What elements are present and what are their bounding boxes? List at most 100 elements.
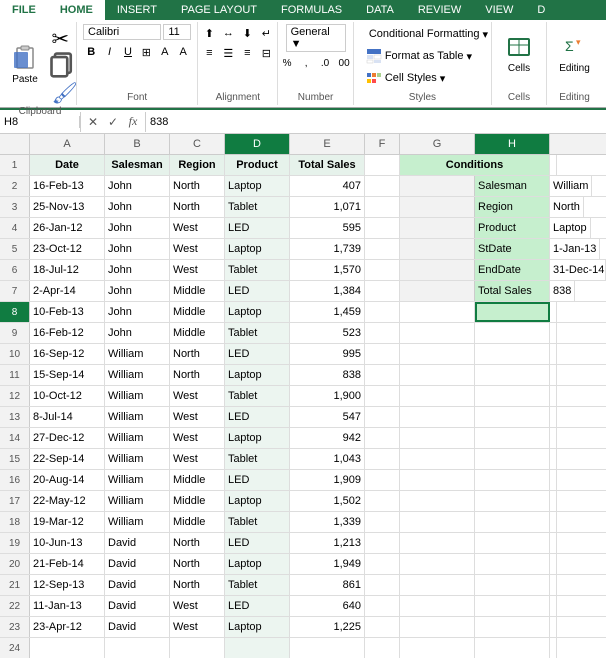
cell[interactable]: Tablet — [225, 260, 290, 280]
cell[interactable]: David — [105, 596, 170, 616]
cell[interactable]: John — [105, 281, 170, 301]
cell[interactable] — [400, 512, 475, 532]
cut-button[interactable]: ✂ — [48, 24, 76, 50]
cell[interactable]: Tablet — [225, 449, 290, 469]
cell[interactable] — [365, 344, 400, 364]
cell[interactable]: West — [170, 218, 225, 238]
cell[interactable]: West — [170, 449, 225, 469]
tab-review[interactable]: REVIEW — [406, 0, 473, 20]
cell[interactable] — [475, 512, 550, 532]
cell[interactable]: 15-Sep-14 — [30, 365, 105, 385]
format-as-table-button[interactable]: Format as Table ▾ — [360, 46, 485, 66]
cell[interactable]: Conditions — [400, 155, 550, 175]
cell[interactable] — [475, 491, 550, 511]
cell[interactable]: 22-May-12 — [30, 491, 105, 511]
cell[interactable]: North — [170, 344, 225, 364]
cell[interactable]: Salesman — [475, 176, 550, 196]
cell[interactable]: North — [170, 176, 225, 196]
cell[interactable]: LED — [225, 470, 290, 490]
cell[interactable]: David — [105, 617, 170, 637]
cell[interactable] — [105, 638, 170, 658]
cell[interactable] — [365, 302, 400, 322]
col-header-f[interactable]: F — [365, 134, 400, 154]
cell[interactable]: 640 — [290, 596, 365, 616]
cell[interactable]: 861 — [290, 575, 365, 595]
cell[interactable]: 18-Jul-12 — [30, 260, 105, 280]
top-align-button[interactable]: ⬆ — [200, 24, 218, 42]
cell[interactable] — [475, 407, 550, 427]
cell[interactable] — [550, 155, 557, 175]
border-button[interactable]: ⊞ — [138, 42, 154, 62]
cell[interactable]: David — [105, 575, 170, 595]
cell[interactable] — [365, 449, 400, 469]
cell[interactable]: 1,739 — [290, 239, 365, 259]
cell[interactable] — [475, 428, 550, 448]
cell[interactable] — [400, 239, 475, 259]
paste-button[interactable]: Paste — [4, 35, 46, 93]
cell[interactable] — [365, 470, 400, 490]
cell[interactable]: Tablet — [225, 197, 290, 217]
col-header-e[interactable]: E — [290, 134, 365, 154]
cell[interactable]: LED — [225, 344, 290, 364]
number-format-dropdown[interactable]: General ▼ — [286, 24, 346, 52]
cell[interactable] — [290, 638, 365, 658]
tab-page-layout[interactable]: PAGE LAYOUT — [169, 0, 269, 20]
cell[interactable]: 838 — [290, 365, 365, 385]
cell[interactable] — [365, 575, 400, 595]
cell[interactable] — [365, 281, 400, 301]
cell[interactable]: 16-Feb-13 — [30, 176, 105, 196]
cell[interactable] — [475, 596, 550, 616]
cell[interactable] — [550, 575, 557, 595]
tab-d[interactable]: D — [525, 0, 557, 20]
cell[interactable] — [400, 638, 475, 658]
cell[interactable] — [475, 302, 550, 322]
cell[interactable]: Tablet — [225, 575, 290, 595]
cell[interactable]: 595 — [290, 218, 365, 238]
bottom-align-button[interactable]: ⬇ — [238, 24, 256, 42]
cell[interactable]: LED — [225, 596, 290, 616]
cell[interactable] — [550, 449, 557, 469]
cell[interactable] — [550, 365, 557, 385]
cell[interactable] — [475, 386, 550, 406]
cell[interactable]: EndDate — [475, 260, 550, 280]
cell[interactable] — [550, 617, 557, 637]
cell[interactable] — [365, 260, 400, 280]
cell-reference[interactable]: H8 — [0, 116, 80, 128]
cell[interactable]: StDate — [475, 239, 550, 259]
cell[interactable] — [550, 470, 557, 490]
cell[interactable]: West — [170, 428, 225, 448]
right-align-button[interactable]: ≡ — [238, 44, 256, 62]
cell[interactable]: John — [105, 176, 170, 196]
cell[interactable]: 2-Apr-14 — [30, 281, 105, 301]
tab-insert[interactable]: INSERT — [105, 0, 169, 20]
cell[interactable] — [400, 323, 475, 343]
cell[interactable] — [400, 596, 475, 616]
cell[interactable] — [475, 323, 550, 343]
cell[interactable]: West — [170, 617, 225, 637]
cell[interactable]: Region — [170, 155, 225, 175]
cell[interactable] — [400, 344, 475, 364]
cell[interactable]: David — [105, 533, 170, 553]
cell[interactable] — [365, 197, 400, 217]
cell[interactable]: 523 — [290, 323, 365, 343]
cell[interactable] — [400, 449, 475, 469]
cell[interactable]: 16-Sep-12 — [30, 344, 105, 364]
tab-home[interactable]: HOME — [48, 0, 105, 20]
center-align-button[interactable]: ☰ — [219, 44, 237, 62]
tab-view[interactable]: VIEW — [473, 0, 525, 20]
cell[interactable] — [365, 638, 400, 658]
col-header-c[interactable]: C — [170, 134, 225, 154]
font-size-dropdown[interactable]: 11 — [163, 24, 191, 40]
cell[interactable]: West — [170, 260, 225, 280]
cell[interactable]: Tablet — [225, 323, 290, 343]
cell-styles-button[interactable]: Cell Styles ▾ — [360, 68, 485, 88]
cell[interactable] — [400, 260, 475, 280]
cell[interactable]: William — [105, 344, 170, 364]
percent-button[interactable]: % — [278, 54, 296, 72]
cell[interactable]: 11-Jan-13 — [30, 596, 105, 616]
underline-button[interactable]: U — [120, 42, 136, 62]
cell[interactable]: Middle — [170, 512, 225, 532]
cell[interactable]: William — [105, 470, 170, 490]
cell[interactable]: West — [170, 239, 225, 259]
cell[interactable] — [400, 386, 475, 406]
